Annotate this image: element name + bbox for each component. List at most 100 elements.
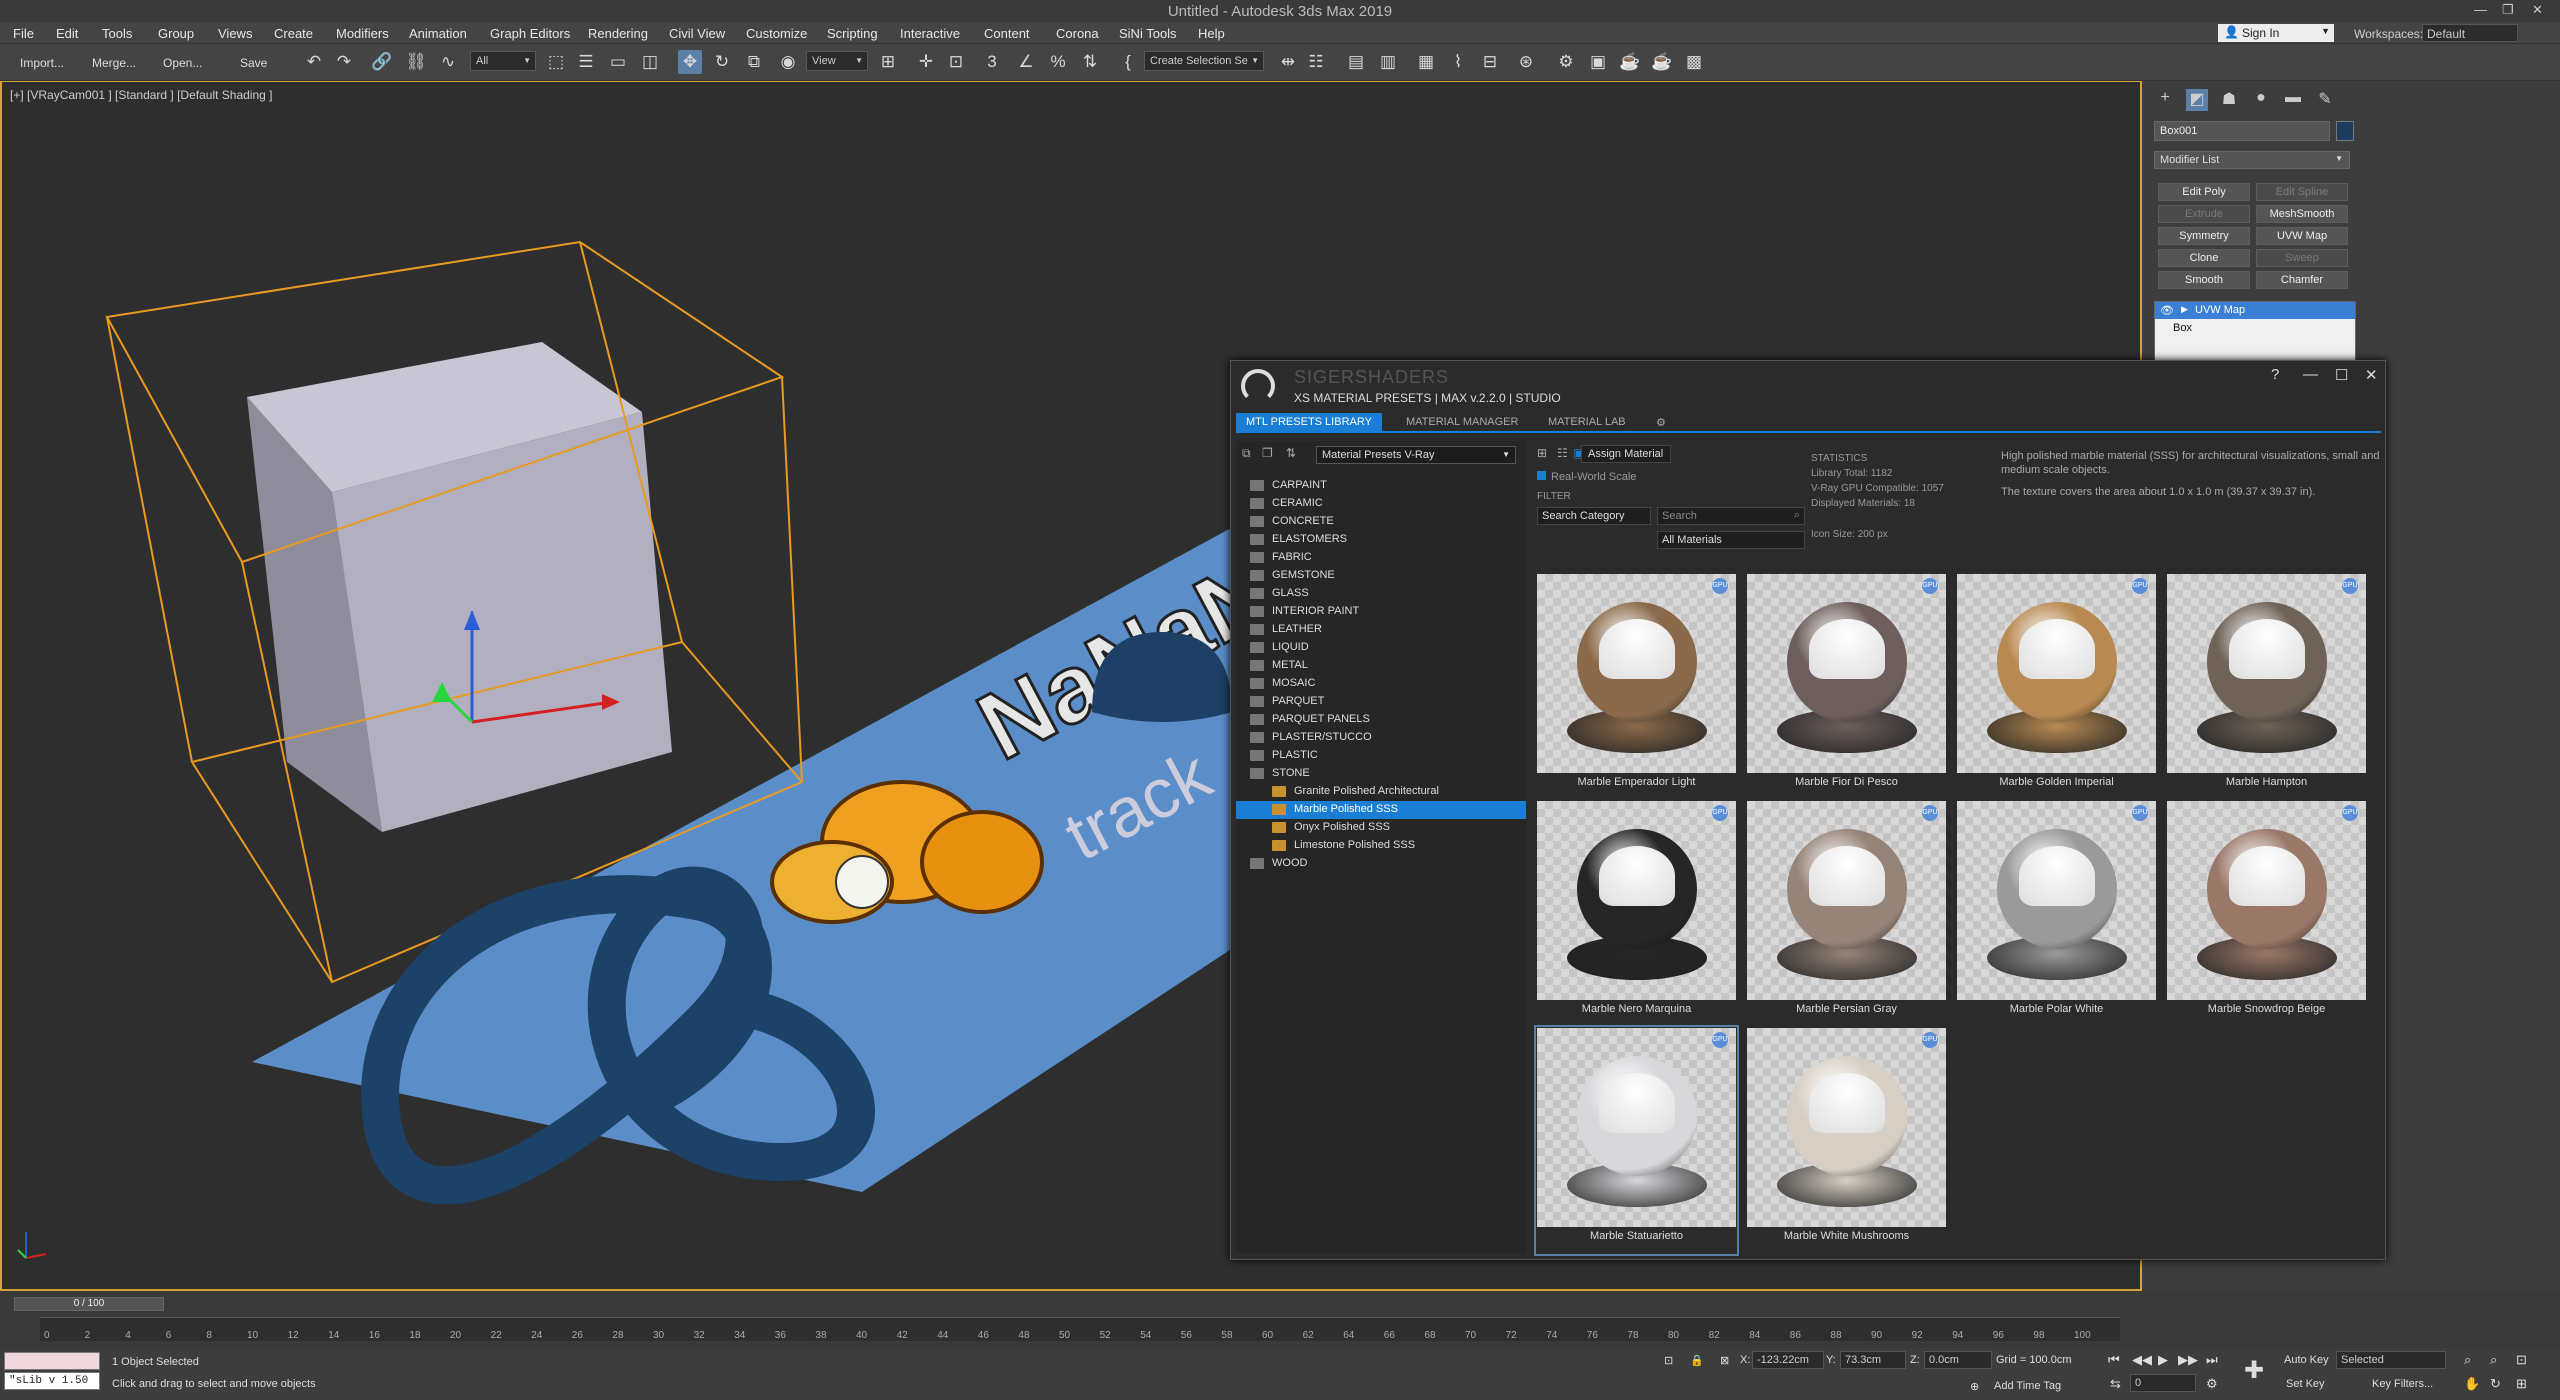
menu-animation[interactable]: Animation xyxy=(409,26,467,41)
select-and-place-icon[interactable]: ◉ xyxy=(776,50,800,74)
selection-filter-dropdown[interactable]: All ▼ xyxy=(470,51,536,71)
material-editor-icon[interactable]: ⊛ xyxy=(1514,50,1538,74)
menu-civil-view[interactable]: Civil View xyxy=(669,26,725,41)
pivot-point-center-icon[interactable]: ⊞ xyxy=(876,50,900,74)
set-key-button[interactable]: Set Key xyxy=(2286,1378,2325,1390)
library-dropdown[interactable]: Material Presets V-Ray ▼ xyxy=(1316,446,1516,464)
absolute-mode-icon[interactable]: ⊠ xyxy=(1720,1354,1729,1367)
maximize-icon[interactable]: ☐ xyxy=(2335,366,2348,384)
edit-spline-button[interactable]: Edit Spline xyxy=(2256,183,2348,201)
time-slider[interactable]: 0 / 100 xyxy=(14,1297,164,1311)
go-to-start-icon[interactable]: ⏮ xyxy=(2108,1352,2120,1368)
grid-view-icon[interactable]: ⊞ xyxy=(1537,446,1553,462)
snaps-toggle-icon[interactable]: 3 xyxy=(980,50,1004,74)
current-frame-field[interactable]: 0 xyxy=(2130,1374,2196,1392)
list-view-icon[interactable]: ☷ xyxy=(1557,446,1573,462)
menu-modifiers[interactable]: Modifiers xyxy=(336,26,389,41)
tree-category[interactable]: PARQUET PANELS xyxy=(1236,711,1526,729)
maximize-viewport-icon[interactable]: ⊞ xyxy=(2516,1376,2527,1392)
edit-named-selection-icon[interactable]: { xyxy=(1116,50,1140,74)
track-bar[interactable]: 0 2 4 6 8 10 12 14 16 18 20 22 24 26 28 30 32 34 36 38 40 42 4… xyxy=(40,1317,2120,1341)
tab-material-lab[interactable]: MATERIAL LAB xyxy=(1538,413,1636,433)
bind-space-warp-icon[interactable]: ∿ xyxy=(436,50,460,74)
zoom-all-icon[interactable]: ⌕ xyxy=(2490,1352,2497,1368)
spinner-snap-icon[interactable]: ⇅ xyxy=(1078,50,1102,74)
render-iterative-icon[interactable]: ☕ xyxy=(1650,50,1674,74)
select-by-name-icon[interactable]: ☰ xyxy=(574,50,598,74)
menu-tools[interactable]: Tools xyxy=(102,26,132,41)
real-world-scale-checkbox[interactable]: Real-World Scale xyxy=(1537,471,1636,483)
undo-icon[interactable]: ↶ xyxy=(302,50,326,74)
menu-corona[interactable]: Corona xyxy=(1056,26,1099,41)
eye-icon[interactable]: 👁 xyxy=(2160,304,2174,317)
tree-subcategory[interactable]: Marble Polished SSS xyxy=(1236,801,1526,819)
z-coordinate-field[interactable]: 0.0cm xyxy=(1924,1351,1992,1369)
tree-category[interactable]: CERAMIC xyxy=(1236,495,1526,513)
time-tag-icon[interactable]: ⊕ xyxy=(1970,1380,1979,1393)
settings-gear-icon[interactable]: ⚙ xyxy=(1646,413,1676,433)
menu-customize[interactable]: Customize xyxy=(746,26,807,41)
close-icon[interactable]: ✕ xyxy=(2365,366,2378,384)
expand-triangle-icon[interactable]: ▶ xyxy=(2181,304,2188,315)
tree-subcategory[interactable]: Granite Polished Architectural xyxy=(1236,783,1526,801)
edit-poly-button[interactable]: Edit Poly xyxy=(2158,183,2250,201)
key-mode-icon[interactable]: ⇆ xyxy=(2110,1376,2121,1392)
icon-size-slider[interactable]: Icon Size: 200 px xyxy=(1811,529,1888,540)
window-crossing-icon[interactable]: ◫ xyxy=(638,50,662,74)
library-icon[interactable]: ⧉ xyxy=(1242,446,1258,462)
menu-scripting[interactable]: Scripting xyxy=(827,26,878,41)
material-tile[interactable]: GPU Marble Nero Marquina xyxy=(1536,800,1737,1027)
minimize-icon[interactable]: — xyxy=(2303,366,2318,383)
sweep-button[interactable]: Sweep xyxy=(2256,249,2348,267)
merge-button[interactable]: Merge... xyxy=(92,56,136,70)
restore-icon[interactable]: ❐ xyxy=(2502,2,2514,18)
save-button[interactable]: Save xyxy=(240,56,267,70)
menu-help[interactable]: Help xyxy=(1198,26,1225,41)
hierarchy-tab-icon[interactable]: ☗ xyxy=(2218,89,2240,111)
open-button[interactable]: Open... xyxy=(163,56,202,70)
zoom-extents-icon[interactable]: ⊡ xyxy=(2516,1352,2527,1368)
mirror-icon[interactable]: ⇹ xyxy=(1276,50,1300,74)
select-manipulate-icon[interactable]: ✛ xyxy=(914,50,938,74)
add-time-tag[interactable]: Add Time Tag xyxy=(1994,1380,2061,1392)
reference-coordinate-dropdown[interactable]: View ▼ xyxy=(806,51,868,71)
play-icon[interactable]: ▶ xyxy=(2158,1352,2168,1368)
tree-subcategory[interactable]: Onyx Polished SSS xyxy=(1236,819,1526,837)
curve-editor-icon[interactable]: ⌇ xyxy=(1446,50,1470,74)
layer-explorer-icon[interactable]: ▥ xyxy=(1376,50,1400,74)
motion-tab-icon[interactable]: ● xyxy=(2250,89,2272,111)
symmetry-button[interactable]: Symmetry xyxy=(2158,227,2250,245)
extrude-button[interactable]: Extrude xyxy=(2158,205,2250,223)
menu-content[interactable]: Content xyxy=(984,26,1030,41)
assign-material-button[interactable]: Assign Material xyxy=(1581,445,1671,463)
tree-category[interactable]: INTERIOR PAINT xyxy=(1236,603,1526,621)
tree-category[interactable]: GLASS xyxy=(1236,585,1526,603)
menu-group[interactable]: Group xyxy=(158,26,194,41)
y-coordinate-field[interactable]: 73.3cm xyxy=(1840,1351,1906,1369)
utilities-tab-icon[interactable]: ✎ xyxy=(2314,89,2336,111)
menu-graph-editors[interactable]: Graph Editors xyxy=(490,26,570,41)
material-tile[interactable]: GPU Marble Fior Di Pesco xyxy=(1746,573,1947,800)
material-tile[interactable]: GPU Marble Emperador Light xyxy=(1536,573,1737,800)
link-icon[interactable]: 🔗 xyxy=(370,50,394,74)
select-and-scale-icon[interactable]: ⧉ xyxy=(742,50,766,74)
menu-edit[interactable]: Edit xyxy=(56,26,78,41)
material-tile[interactable]: GPU Marble White Mushrooms xyxy=(1746,1027,1947,1254)
object-name-field[interactable]: Box001 xyxy=(2154,121,2330,141)
tree-category[interactable]: METAL xyxy=(1236,657,1526,675)
tab-material-manager[interactable]: MATERIAL MANAGER xyxy=(1396,413,1528,433)
set-key-big-icon[interactable]: ✚ xyxy=(2244,1356,2264,1385)
smooth-button[interactable]: Smooth xyxy=(2158,271,2250,289)
next-frame-icon[interactable]: ▶▶ xyxy=(2178,1352,2198,1368)
time-config-icon[interactable]: ⚙ xyxy=(2206,1376,2218,1392)
menu-file[interactable]: File xyxy=(13,26,34,41)
go-to-end-icon[interactable]: ⏭ xyxy=(2206,1352,2218,1368)
menu-views[interactable]: Views xyxy=(218,26,252,41)
render-production-icon[interactable]: ☕ xyxy=(1618,50,1642,74)
uvw-map-button[interactable]: UVW Map xyxy=(2256,227,2348,245)
search-category-dropdown[interactable]: Search Category xyxy=(1537,507,1651,525)
chamfer-button[interactable]: Chamfer xyxy=(2256,271,2348,289)
object-color-swatch[interactable] xyxy=(2336,121,2354,141)
tree-category[interactable]: PLASTER/STUCCO xyxy=(1236,729,1526,747)
clone-button[interactable]: Clone xyxy=(2158,249,2250,267)
